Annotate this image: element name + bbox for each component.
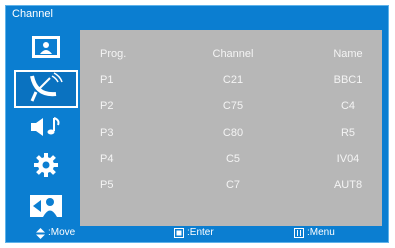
- sidebar: [14, 30, 78, 226]
- cell-channel: C80: [222, 127, 244, 139]
- person-icon: [29, 192, 63, 223]
- table-row[interactable]: P4 C5 IV04: [80, 147, 382, 173]
- cell-channel: C75: [222, 100, 244, 112]
- sidebar-item-setup[interactable]: [14, 148, 78, 186]
- cell-prog: P2: [100, 100, 114, 112]
- table-row[interactable]: P1 C21 BBC1: [80, 68, 382, 94]
- header-name: Name: [333, 48, 363, 60]
- cell-prog: P4: [100, 153, 114, 165]
- up-down-arrows-icon: [36, 227, 45, 239]
- move-hint-label: :Move: [48, 227, 76, 238]
- cell-channel: C5: [225, 153, 241, 165]
- speaker-music-icon: [29, 115, 63, 144]
- footer-hints: :Move :Enter :Menu: [6, 224, 388, 242]
- sidebar-item-sound[interactable]: [14, 110, 78, 148]
- cell-name: AUT8: [333, 179, 363, 191]
- gear-icon: [33, 152, 59, 183]
- cell-prog: P5: [100, 179, 114, 191]
- picture-icon: [31, 35, 61, 64]
- cell-prog: P1: [100, 74, 114, 86]
- sidebar-item-input[interactable]: [14, 188, 78, 226]
- cell-name: BBC1: [333, 74, 363, 86]
- enter-button-icon: [174, 228, 184, 238]
- cell-name: IV04: [336, 153, 360, 165]
- move-hint: :Move: [36, 224, 75, 242]
- cell-name: C4: [340, 100, 356, 112]
- cell-prog: P3: [100, 127, 114, 139]
- cell-channel: C21: [222, 74, 244, 86]
- table-row[interactable]: P3 C80 R5: [80, 121, 382, 147]
- menu-hint-label: :Menu: [307, 227, 335, 238]
- header-channel: Channel: [212, 48, 254, 60]
- table-header: Prog. Channel Name: [80, 42, 382, 68]
- channel-menu-window: Channel Prog. Channel Name P1 C21 BBC1 P…: [5, 5, 389, 243]
- cell-channel: C7: [225, 179, 241, 191]
- satellite-dish-icon: [26, 71, 66, 107]
- header-prog: Prog.: [100, 48, 127, 60]
- enter-hint: :Enter: [174, 224, 214, 242]
- table-row[interactable]: P5 C7 AUT8: [80, 173, 382, 199]
- table-row[interactable]: P2 C75 C4: [80, 94, 382, 120]
- enter-hint-label: :Enter: [187, 227, 214, 238]
- menu-button-icon: [294, 228, 304, 238]
- menu-hint: :Menu: [294, 224, 335, 242]
- sidebar-item-channel[interactable]: [14, 70, 78, 108]
- cell-name: R5: [340, 127, 356, 139]
- sidebar-item-picture[interactable]: [14, 30, 78, 68]
- menu-title: Channel: [12, 8, 53, 20]
- channel-list-panel: Prog. Channel Name P1 C21 BBC1 P2 C75 C4…: [80, 30, 382, 226]
